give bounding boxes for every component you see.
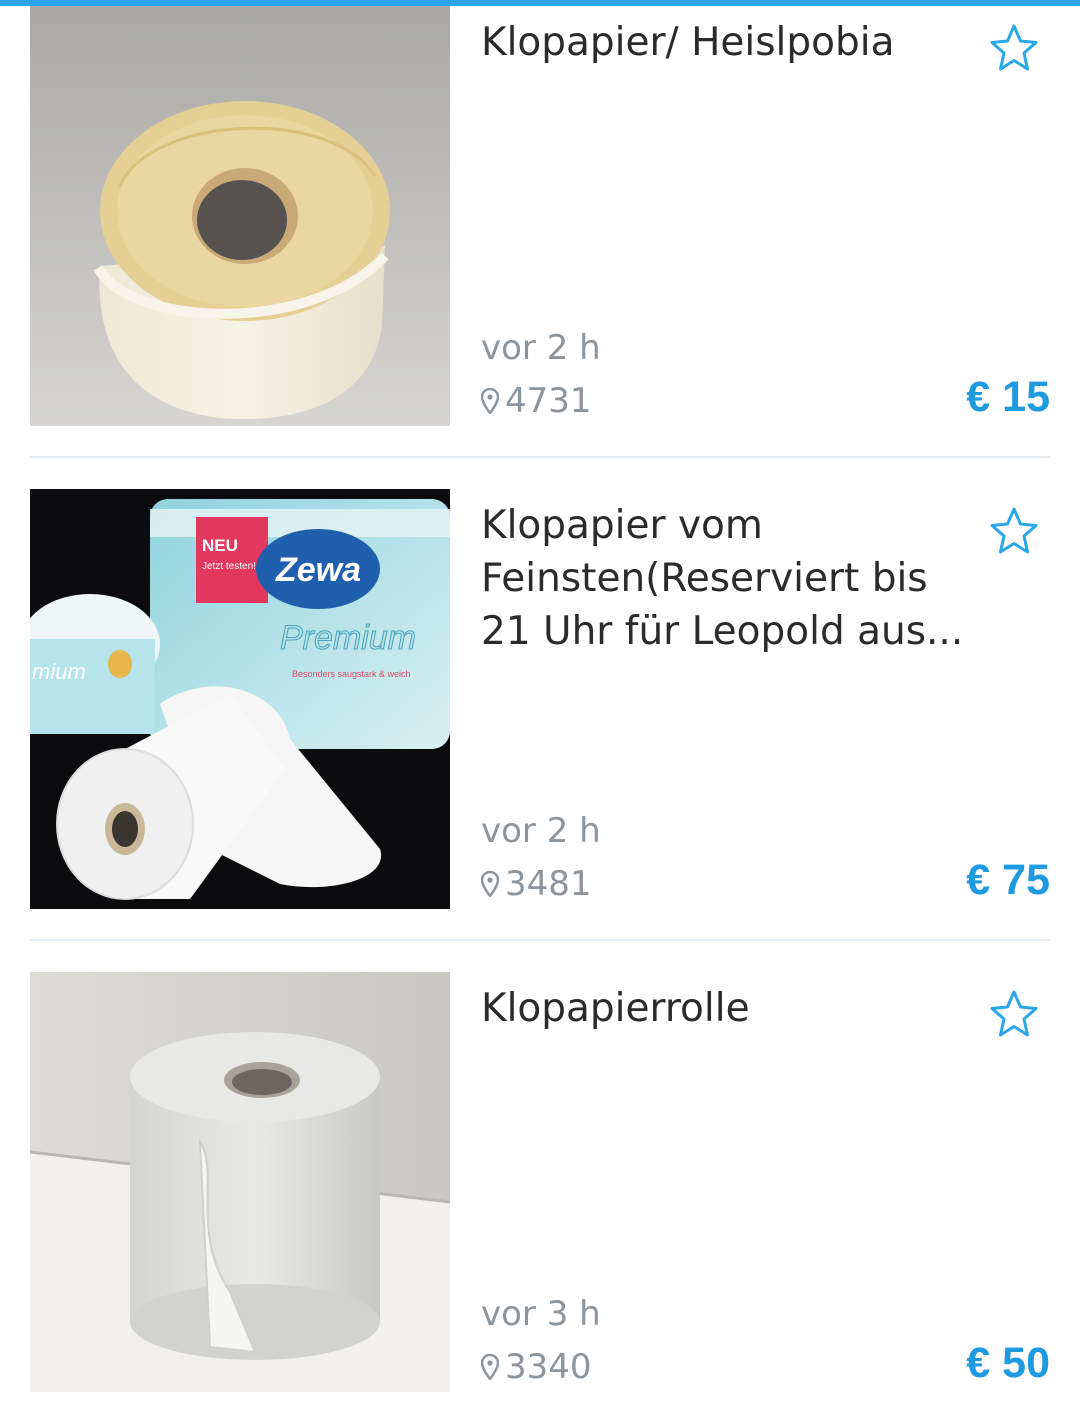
listing-price: € 50	[966, 1339, 1050, 1387]
listing-postcode: 4731	[505, 381, 592, 421]
listing-thumbnail[interactable]: NEU Jetzt testen! Zewa Premium Besonders…	[30, 489, 450, 909]
listing-postcode: 3481	[505, 864, 592, 904]
listing-item[interactable]: NEU Jetzt testen! Zewa Premium Besonders…	[30, 489, 1050, 909]
zewa-package-photo: NEU Jetzt testen! Zewa Premium Besonders…	[30, 489, 450, 909]
listing-location: 3340	[481, 1347, 592, 1387]
package-badge: NEU	[202, 536, 238, 555]
toilet-roll-photo	[30, 972, 450, 1392]
package-line: Premium	[280, 619, 416, 657]
listing-price: € 15	[966, 373, 1050, 421]
map-pin-icon	[481, 1354, 499, 1380]
listing-title[interactable]: Klopapier/ Heislpobia	[481, 16, 971, 69]
listing-divider	[30, 939, 1050, 941]
star-outline-icon[interactable]	[988, 988, 1040, 1040]
listing-age: vor 3 h	[481, 1294, 601, 1334]
map-pin-icon	[481, 871, 499, 897]
star-outline-icon[interactable]	[988, 22, 1040, 74]
toilet-roll-photo	[30, 6, 450, 426]
package-badge-sub: Jetzt testen!	[202, 561, 256, 572]
listing-thumbnail[interactable]	[30, 972, 450, 1392]
listing-title[interactable]: Klopapier vom Feinsten(Reserviert bis 21…	[481, 499, 971, 658]
listing-title[interactable]: Klopapierrolle	[481, 982, 971, 1035]
listing-item[interactable]: Klopapierrolle vor 3 h 3340 € 50	[30, 972, 1050, 1392]
package-claim: Besonders saugstark & weich	[292, 669, 411, 679]
listing-price: € 75	[966, 856, 1050, 904]
listing-age: vor 2 h	[481, 811, 601, 851]
listing-item[interactable]: Klopapier/ Heislpobia vor 2 h 4731 € 15	[30, 6, 1050, 426]
listing-postcode: 3340	[505, 1347, 592, 1387]
star-outline-icon[interactable]	[988, 505, 1040, 557]
listing-divider	[30, 456, 1050, 458]
listing-age: vor 2 h	[481, 328, 601, 368]
map-pin-icon	[481, 388, 499, 414]
listing-location: 4731	[481, 381, 592, 421]
listing-location: 3481	[481, 864, 592, 904]
small-roll-line: mium	[32, 659, 86, 684]
package-brand: Zewa	[275, 551, 361, 589]
listing-thumbnail[interactable]	[30, 6, 450, 426]
